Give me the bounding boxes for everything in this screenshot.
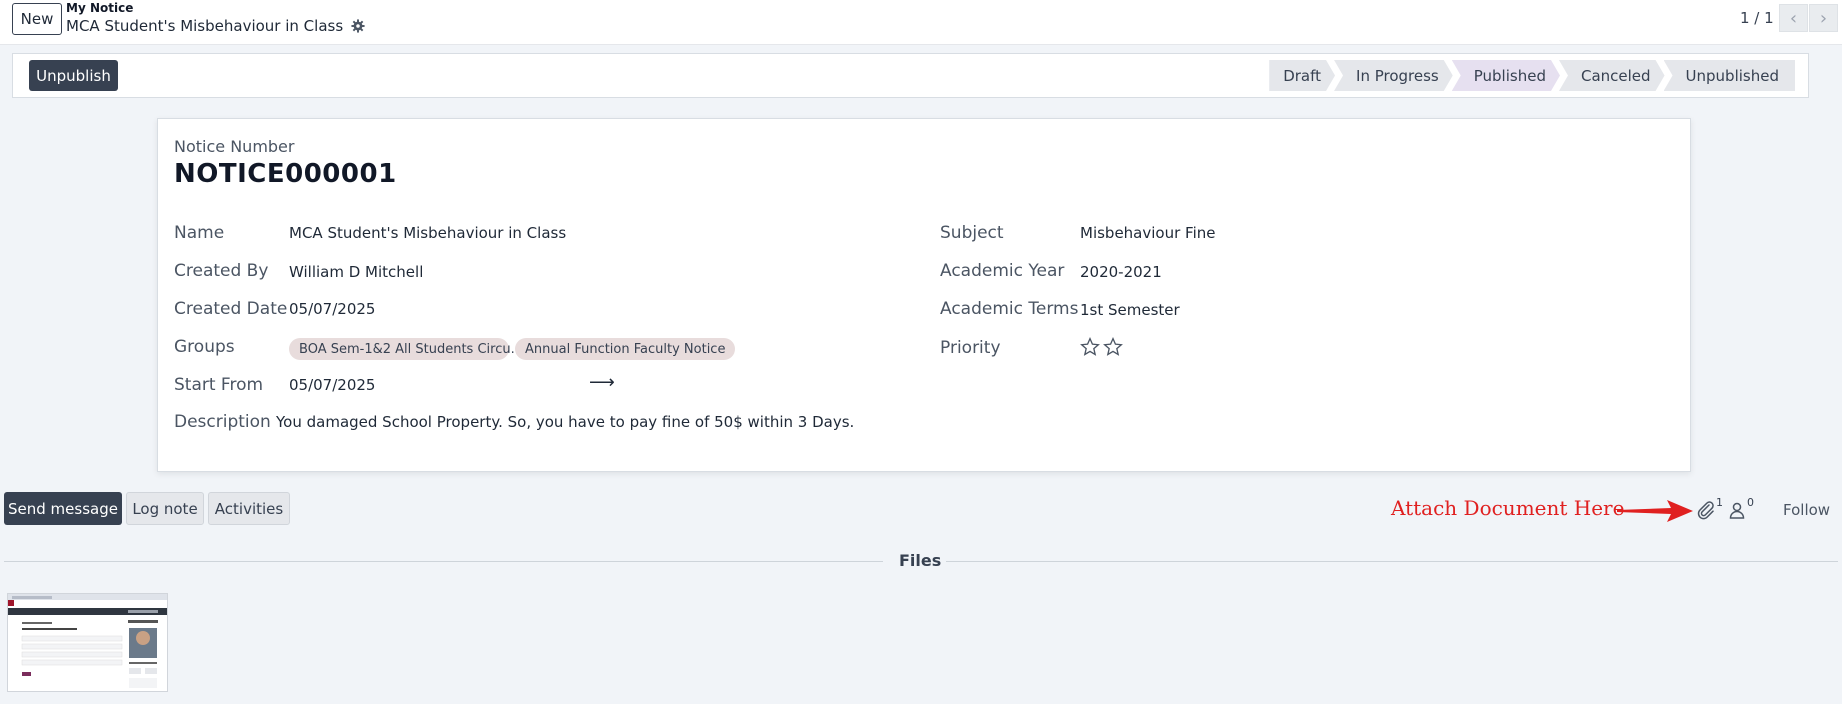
stage-draft[interactable]: Draft [1269, 60, 1335, 91]
priority-label: Priority [940, 338, 1001, 358]
star-icon[interactable] [1103, 337, 1123, 357]
activities-button[interactable]: Activities [208, 492, 290, 525]
subject-field[interactable]: Misbehaviour Fine [1080, 224, 1215, 242]
created-date-field[interactable]: 05/07/2025 [289, 300, 375, 318]
annotation-text: Attach Document Here [1391, 496, 1625, 520]
academic-year-field[interactable]: 2020-2021 [1080, 263, 1162, 281]
annotation-arrow-icon [1617, 500, 1693, 522]
breadcrumb-parent[interactable]: My Notice [66, 1, 133, 15]
breadcrumb-current-label: MCA Student's Misbehaviour in Class [66, 17, 344, 35]
new-button[interactable]: New [12, 3, 62, 35]
academic-year-label: Academic Year [940, 261, 1065, 281]
divider [946, 561, 1838, 562]
send-message-button[interactable]: Send message [4, 492, 122, 525]
chevron-right-icon: › [1819, 7, 1828, 29]
follow-button[interactable]: Follow [1783, 501, 1830, 519]
stage-unpublished[interactable]: Unpublished [1663, 60, 1795, 91]
pager-next-button[interactable]: › [1809, 4, 1838, 32]
unpublish-button[interactable]: Unpublish [29, 60, 118, 91]
attachment-count: 1 [1716, 496, 1723, 509]
gear-icon[interactable] [351, 19, 365, 33]
paperclip-icon[interactable] [1696, 500, 1716, 520]
form-sheet: Notice Number NOTICE000001 Name MCA Stud… [157, 118, 1691, 472]
user-icon[interactable] [1727, 500, 1747, 520]
pager-previous-button[interactable]: ‹ [1779, 4, 1808, 32]
files-section-label: Files [899, 551, 942, 570]
group-tag[interactable]: BOA Sem-1&2 All Students Circu... [289, 338, 523, 360]
attachment-thumbnail[interactable] [7, 593, 168, 692]
description-field[interactable]: You damaged School Property. So, you hav… [276, 413, 854, 431]
start-from-label: Start From [174, 375, 264, 395]
pager-value[interactable]: 1 / 1 [1740, 9, 1774, 27]
subject-label: Subject [940, 223, 1004, 243]
name-label: Name [174, 223, 225, 243]
chatter-topbar: Send message Log note Activities Attach … [0, 486, 1842, 534]
stage-published[interactable]: Published [1452, 60, 1560, 91]
stage-in-progress[interactable]: In Progress [1334, 60, 1453, 91]
follower-count: 0 [1747, 496, 1754, 509]
breadcrumb-current: MCA Student's Misbehaviour in Class [66, 17, 365, 35]
control-panel: New My Notice MCA Student's Misbehaviour… [0, 0, 1842, 45]
created-by-label: Created By [174, 261, 269, 281]
academic-terms-label: Academic Terms [940, 299, 1079, 319]
stage-canceled[interactable]: Canceled [1559, 60, 1665, 91]
stage-pipeline: Draft In Progress Published Canceled Unp… [1269, 60, 1795, 91]
date-range-arrow-icon: ⟶ [589, 372, 615, 393]
description-label: Description [174, 412, 271, 432]
notice-number-label: Notice Number [174, 137, 295, 156]
academic-terms-field[interactable]: 1st Semester [1080, 301, 1180, 319]
log-note-button[interactable]: Log note [126, 492, 204, 525]
created-date-label: Created Date [174, 299, 288, 319]
attachment-preview-image [8, 594, 167, 688]
group-tag[interactable]: Annual Function Faculty Notice [515, 338, 736, 360]
groups-label: Groups [174, 337, 235, 357]
created-by-field[interactable]: William D Mitchell [289, 263, 423, 281]
start-from-field[interactable]: 05/07/2025 [289, 376, 375, 394]
star-icon[interactable] [1080, 337, 1100, 357]
form-statusbar: Unpublish Draft In Progress Published Ca… [12, 53, 1809, 98]
notice-number: NOTICE000001 [174, 159, 397, 189]
divider [4, 561, 883, 562]
name-field[interactable]: MCA Student's Misbehaviour in Class [289, 224, 566, 242]
chevron-left-icon: ‹ [1789, 7, 1798, 29]
